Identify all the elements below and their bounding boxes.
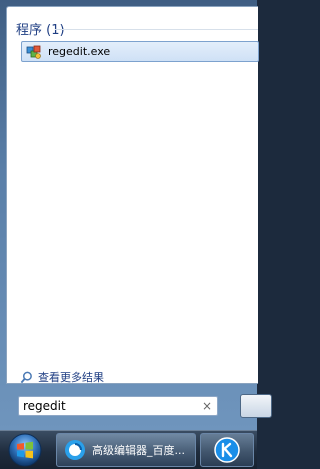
result-item-label: regedit.exe bbox=[48, 45, 111, 58]
start-menu-results-pane: 程序 (1) regedit.exe 查看更多结果 bbox=[6, 6, 259, 385]
browser-icon bbox=[65, 440, 85, 460]
taskbar-item-label: 高级编辑器_百度... bbox=[92, 444, 185, 457]
result-item-regedit[interactable]: regedit.exe bbox=[21, 41, 259, 62]
shutdown-button[interactable] bbox=[240, 394, 272, 418]
clear-search-button[interactable]: × bbox=[202, 397, 212, 415]
search-box[interactable]: × bbox=[18, 396, 218, 416]
start-menu: 程序 (1) regedit.exe 查看更多结果 × bbox=[0, 0, 272, 430]
see-more-label: 查看更多结果 bbox=[38, 371, 104, 384]
kugou-icon bbox=[214, 437, 240, 463]
see-more-results-link[interactable]: 查看更多结果 bbox=[20, 369, 104, 385]
taskbar-item-browser[interactable]: 高级编辑器_百度... bbox=[56, 433, 196, 467]
regedit-icon bbox=[26, 45, 41, 59]
windows-logo-icon[interactable] bbox=[8, 433, 42, 467]
search-icon bbox=[20, 371, 32, 383]
search-input[interactable] bbox=[23, 399, 193, 413]
taskbar-item-kugou[interactable] bbox=[200, 433, 254, 467]
section-divider bbox=[55, 29, 258, 30]
